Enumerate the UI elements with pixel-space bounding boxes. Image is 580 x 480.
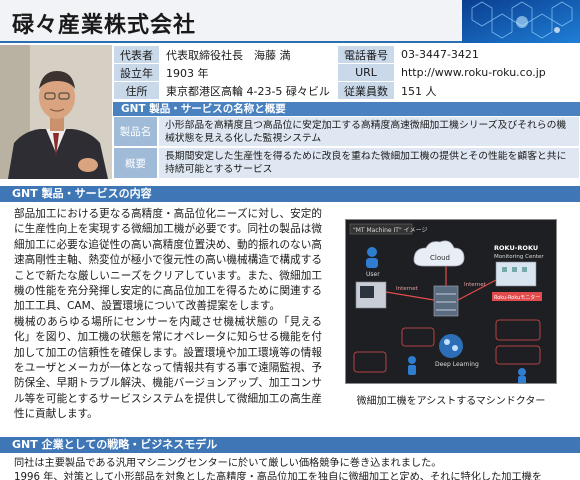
strategy-line-1: 同社は主要製品である汎用マシニングセンターに於いて厳しい価格競争に巻き込まれまし… — [14, 458, 442, 469]
diagram-caption: 微細加工機をアシストするマシンドクター — [356, 396, 546, 407]
product-overview-label: 概要 — [113, 147, 158, 179]
deep-learning-label: Deep Learning — [435, 361, 479, 368]
employees-value: 151 人 — [394, 81, 580, 100]
founded-value: 1903 年 — [159, 63, 338, 82]
cloud-label: Cloud — [430, 254, 450, 262]
company-name: 碌々産業株式会社 — [12, 13, 197, 38]
representative-photo — [0, 45, 112, 179]
center-subtitle: Monitoring Center — [494, 254, 544, 260]
monitor-label: Roku-Rokuモニター — [494, 294, 540, 301]
strategy-line-2: 1996 年、対策として小形部品を対象とした高精度・高品位加工を独自に微細加工と… — [14, 472, 543, 480]
rep-label: 代表者 — [113, 45, 160, 64]
product-name-value: 小形部品を高精度且つ高品位に安定加工する高精度高速微細加工機シリーズ及びそれらの… — [158, 116, 580, 147]
content-body: 部品加工における更なる高精度・高品位化ニーズに対し、安定的に生産性向上を実現する… — [14, 207, 322, 423]
user-icon — [367, 247, 377, 257]
content-paragraph-1: 部品加工における更なる高精度・高品位化ニーズに対し、安定的に生産性向上を実現する… — [14, 208, 322, 313]
internet-label-right: Internet — [464, 282, 487, 288]
operator-icon — [408, 356, 416, 364]
phone-label: 電話番号 — [337, 45, 395, 64]
header-decoration — [462, 0, 580, 43]
machine-it-diagram: "MT Machine IT" イメージ Cloud User ROKU-ROK… — [345, 219, 557, 384]
product-name-label: 製品名 — [113, 116, 158, 147]
header: 碌々産業株式会社 — [0, 0, 580, 43]
engineer-icon — [518, 368, 526, 376]
company-info-table: 代表者 代表取締役社長 海藤 満 電話番号 03-3447-3421 設立年 1… — [113, 45, 580, 100]
address-label: 住所 — [113, 81, 160, 100]
content-paragraph-2: 機械のあらゆる場所にセンサーを内蔵させ機械状態の「見える化」を図り、加工機の状態… — [14, 315, 322, 421]
info-row: 代表者 代表取締役社長 海藤 満 電話番号 03-3447-3421 — [113, 45, 580, 64]
center-title: ROKU-ROKU — [494, 244, 538, 252]
info-row: 住所 東京都港区高輪 4-23-5 碌々ビル 従業員数 151 人 — [113, 81, 580, 100]
strategy-body: 同社は主要製品である汎用マシニングセンターに於いて厳しい価格競争に巻き込まれまし… — [14, 457, 574, 480]
product-overview-value: 長期間安定した生産性を得るために改良を重ねた微細加工機の提供とその性能を顧客と共… — [158, 147, 580, 179]
product-overview-row: 概要 長期間安定した生産性を得るために改良を重ねた微細加工機の提供とその性能を顧… — [113, 147, 580, 179]
rep-value: 代表取締役社長 海藤 満 — [159, 45, 338, 64]
diagram-title: "MT Machine IT" イメージ — [353, 227, 428, 234]
product-name-row: 製品名 小形部品を高精度且つ高品位に安定加工する高精度高速微細加工機シリーズ及び… — [113, 116, 580, 147]
founded-label: 設立年 — [113, 63, 160, 82]
url-label: URL — [337, 63, 395, 82]
building-icon — [495, 261, 537, 287]
user-label: User — [366, 271, 380, 278]
brain-icon — [439, 334, 463, 358]
product-summary-heading: GNT 製品・サービスの名称と概要 — [113, 102, 580, 116]
info-row: 設立年 1903 年 URL http://www.roku-roku.co.j… — [113, 63, 580, 82]
phone-value: 03-3447-3421 — [394, 45, 580, 64]
content-section-heading: GNT 製品・サービスの内容 — [0, 186, 580, 202]
url-value[interactable]: http://www.roku-roku.co.jp — [394, 63, 580, 82]
strategy-section-heading: GNT 企業としての戦略・ビジネスモデル — [0, 437, 580, 453]
employees-label: 従業員数 — [337, 81, 395, 100]
server-icon — [433, 285, 459, 317]
address-value: 東京都港区高輪 4-23-5 碌々ビル — [159, 81, 338, 100]
internet-label-left: Internet — [396, 286, 419, 292]
